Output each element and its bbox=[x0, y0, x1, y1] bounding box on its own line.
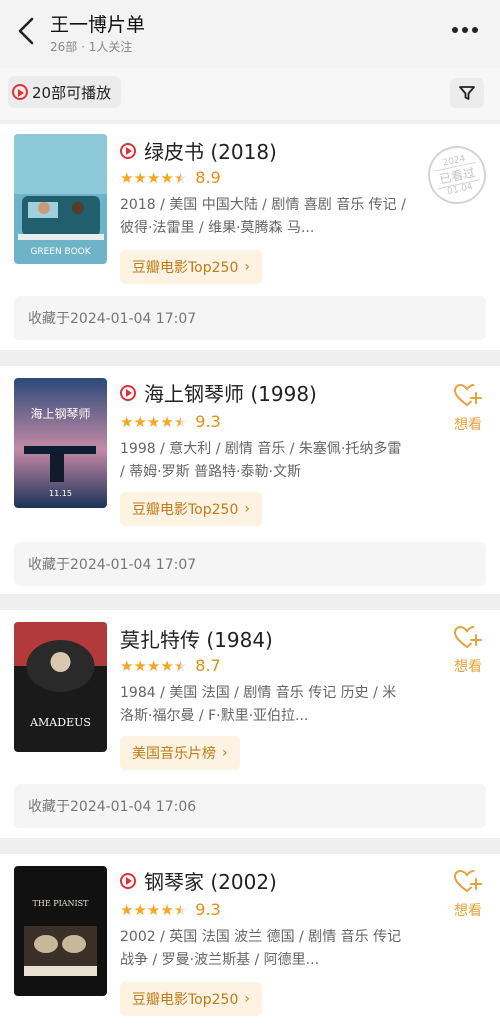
back-button[interactable] bbox=[14, 16, 38, 46]
movie-title[interactable]: 绿皮书 (2018) bbox=[144, 136, 277, 165]
movie-title[interactable]: 莫扎特传 (1984) bbox=[120, 624, 273, 653]
movie-meta: 1984 / 美国 法国 / 剧情 音乐 传记 历史 / 米洛斯·福尔曼 / F… bbox=[120, 685, 397, 724]
movie-poster[interactable]: 海上钢琴师 11.15 bbox=[14, 378, 107, 508]
star-rating: ★★★★★ bbox=[120, 656, 188, 675]
more-dots-icon bbox=[452, 27, 478, 33]
movie-score: 9.3 bbox=[195, 412, 221, 431]
chevron-left-icon bbox=[18, 17, 34, 45]
play-icon[interactable] bbox=[120, 384, 136, 401]
movie-poster[interactable]: THE PIANIST bbox=[14, 866, 107, 996]
movie-card[interactable]: GREEN BOOK 绿皮书 (2018) ★★★★★ 8.9 2018 / 美… bbox=[0, 124, 500, 350]
playable-filter-chip[interactable]: 20部可播放 bbox=[8, 76, 122, 108]
top-navigation-bar: 王一博片单 26部 · 1人关注 bbox=[0, 0, 500, 68]
filter-bar: 20部可播放 bbox=[0, 68, 500, 120]
want-to-watch-label: 想看 bbox=[454, 659, 482, 675]
svg-text:AMADEUS: AMADEUS bbox=[29, 716, 91, 729]
ranking-tag[interactable]: 豆瓣电影Top250 › bbox=[120, 492, 262, 526]
want-to-watch-label: 想看 bbox=[454, 417, 482, 433]
playable-count-label: 20部可播放 bbox=[32, 83, 112, 102]
want-to-watch-label: 想看 bbox=[454, 903, 482, 919]
saved-timestamp: 收藏于2024-01-04 17:07 bbox=[14, 542, 486, 586]
saved-timestamp: 收藏于2024-01-04 17:07 bbox=[14, 296, 486, 340]
saved-timestamp: 收藏于2024-01-04 17:06 bbox=[14, 784, 486, 828]
movie-score: 9.3 bbox=[195, 900, 221, 919]
watched-stamp: 2024 已看过 01.04 bbox=[422, 140, 492, 210]
funnel-icon bbox=[459, 86, 475, 100]
chevron-right-icon: › bbox=[244, 259, 250, 275]
svg-text:THE PIANIST: THE PIANIST bbox=[33, 899, 90, 908]
movie-meta: 1998 / 意大利 / 剧情 音乐 / 朱塞佩·托纳多雷 / 蒂姆·罗斯 普路… bbox=[120, 441, 402, 480]
ranking-tag-label: 豆瓣电影Top250 bbox=[132, 992, 239, 1008]
heart-plus-icon bbox=[453, 869, 482, 892]
movie-poster[interactable]: GREEN BOOK bbox=[14, 134, 107, 264]
heart-plus-icon bbox=[453, 383, 482, 406]
page-title: 王一博片单 bbox=[50, 14, 146, 36]
want-to-watch-button[interactable]: 想看 bbox=[450, 624, 486, 676]
svg-text:海上钢琴师: 海上钢琴师 bbox=[30, 406, 90, 421]
more-button[interactable] bbox=[450, 18, 480, 42]
ranking-tag[interactable]: 美国音乐片榜 › bbox=[120, 736, 240, 770]
movie-poster[interactable]: AMADEUS bbox=[14, 622, 107, 752]
ranking-tag-label: 美国音乐片榜 bbox=[132, 746, 216, 762]
play-icon[interactable] bbox=[120, 872, 136, 889]
movie-card[interactable]: THE PIANIST 钢琴家 (2002) ★★★★★ 9.3 2002 / … bbox=[0, 854, 500, 1028]
want-to-watch-button[interactable]: 想看 bbox=[450, 382, 486, 434]
star-rating: ★★★★★ bbox=[120, 900, 188, 919]
ranking-tag[interactable]: 豆瓣电影Top250 › bbox=[120, 250, 262, 284]
movie-meta: 2018 / 美国 中国大陆 / 剧情 喜剧 音乐 传记 / 彼得·法雷里 / … bbox=[120, 197, 406, 236]
play-icon bbox=[12, 84, 28, 100]
heart-plus-icon bbox=[453, 625, 482, 648]
page-subtitle: 26部 · 1人关注 bbox=[50, 40, 133, 54]
star-rating: ★★★★★ bbox=[120, 412, 188, 431]
movie-score: 8.9 bbox=[195, 168, 221, 187]
movie-card[interactable]: AMADEUS 莫扎特传 (1984) ★★★★★ 8.7 1984 / 美国 … bbox=[0, 610, 500, 838]
star-rating: ★★★★★ bbox=[120, 168, 188, 187]
movie-card[interactable]: 海上钢琴师 11.15 海上钢琴师 (1998) ★★★★★ 9.3 1998 … bbox=[0, 366, 500, 594]
movie-title[interactable]: 海上钢琴师 (1998) bbox=[144, 378, 317, 407]
svg-text:11.15: 11.15 bbox=[49, 489, 72, 498]
want-to-watch-button[interactable]: 想看 bbox=[450, 868, 486, 920]
movie-score: 8.7 bbox=[195, 656, 221, 675]
movie-meta: 2002 / 英国 法国 波兰 德国 / 剧情 音乐 传记 战争 / 罗曼·波兰… bbox=[120, 929, 402, 968]
chevron-right-icon: › bbox=[222, 745, 228, 761]
movie-title[interactable]: 钢琴家 (2002) bbox=[144, 866, 277, 895]
play-icon[interactable] bbox=[120, 142, 136, 159]
ranking-tag-label: 豆瓣电影Top250 bbox=[132, 502, 239, 518]
svg-text:GREEN BOOK: GREEN BOOK bbox=[30, 247, 91, 257]
ranking-tag[interactable]: 豆瓣电影Top250 › bbox=[120, 982, 262, 1016]
ranking-tag-label: 豆瓣电影Top250 bbox=[132, 260, 239, 276]
chevron-right-icon: › bbox=[244, 501, 250, 517]
filter-button[interactable] bbox=[450, 78, 484, 108]
chevron-right-icon: › bbox=[244, 991, 250, 1007]
